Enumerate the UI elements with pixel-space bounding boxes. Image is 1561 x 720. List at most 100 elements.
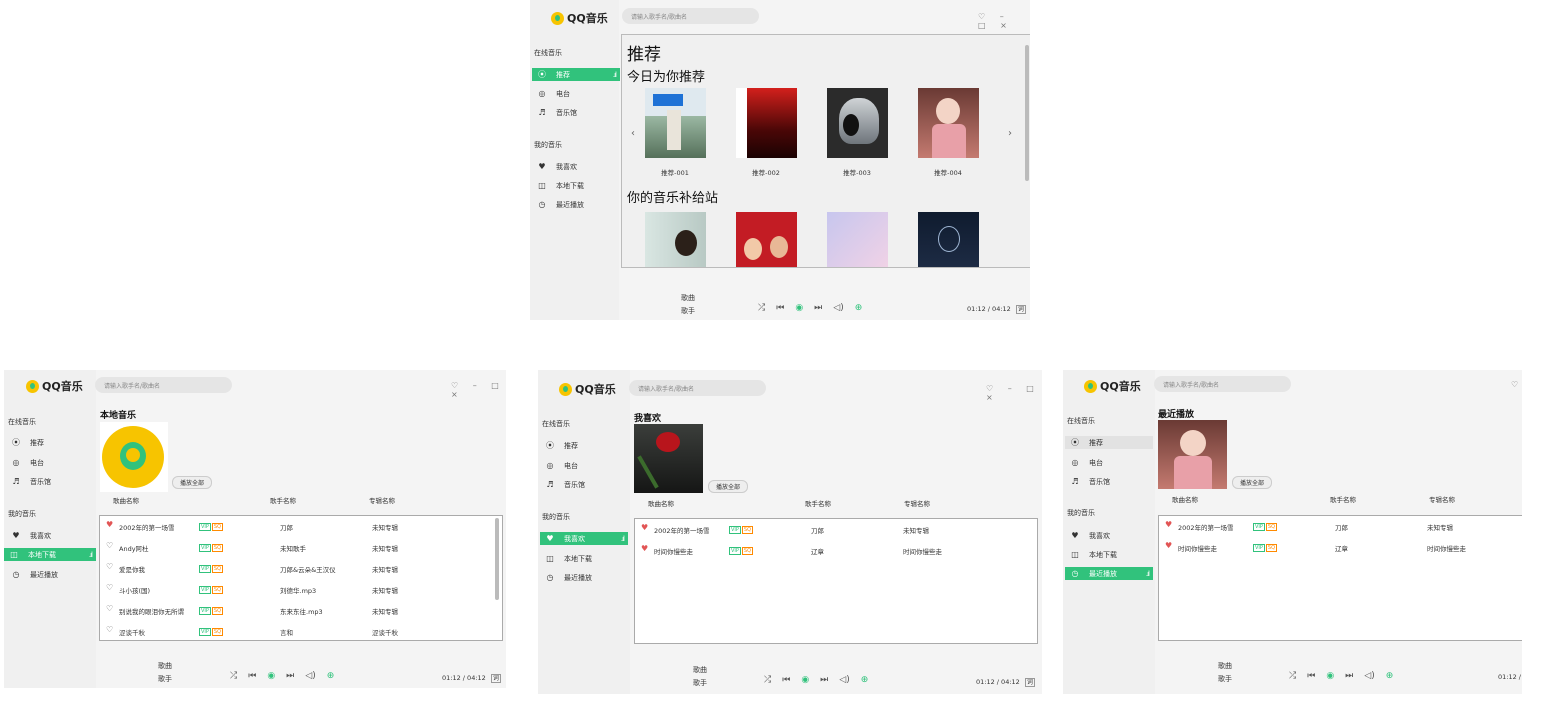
sidebar-item-recommend[interactable]: ⦿ 推荐 — [1065, 436, 1153, 449]
play-icon[interactable]: ◉ — [1326, 671, 1334, 681]
volume-icon[interactable]: ◁) — [839, 675, 849, 685]
sidebar-item-recommend[interactable]: ⦿ 推荐 — [540, 439, 628, 452]
table-row[interactable]: ♡ 涩谈千秋 VIP SQ 言和 涩谈千秋 — [100, 621, 502, 641]
sidebar-item-favorite[interactable]: ♥ 我喜欢 .ıl — [540, 532, 628, 545]
table-row[interactable]: ♡ 别说我的眼泪你无所谓 VIP SQ 东来东往.mp3 未知专辑 — [100, 600, 502, 620]
volume-icon[interactable]: ◁) — [305, 671, 315, 681]
add-icon[interactable]: ⊕ — [861, 675, 869, 685]
album-cover[interactable] — [918, 212, 979, 267]
play-all-button[interactable]: 播放全部 — [708, 480, 749, 493]
prev-track-icon[interactable]: ⏮ — [776, 303, 784, 313]
search-input[interactable]: 请输入歌手名/歌曲名 — [622, 8, 759, 24]
shirt-icon[interactable]: ♡ — [1511, 380, 1522, 389]
sidebar-item-local[interactable]: ◫ 本地下载 .ıl — [4, 548, 96, 561]
next-arrow-icon[interactable]: › — [1008, 128, 1012, 139]
scrollbar[interactable] — [1025, 45, 1029, 181]
col-singer: 歌手名称 — [805, 500, 831, 508]
sidebar-item-recent[interactable]: ◷ 最近播放 — [540, 571, 628, 584]
heart-outline-icon[interactable]: ♡ — [106, 583, 113, 592]
sidebar-item-radio[interactable]: ◎ 电台 — [532, 87, 620, 100]
sidebar-item-local[interactable]: ◫ 本地下载 — [1065, 548, 1153, 561]
lyric-button[interactable]: 词 — [1015, 305, 1026, 314]
sidebar-item-favorite[interactable]: ♥ 我喜欢 — [532, 160, 620, 173]
search-input[interactable]: 请输入歌手名/歌曲名 — [629, 380, 766, 396]
sidebar-item-playlist[interactable]: ♬ 音乐馆 — [532, 106, 620, 119]
prev-arrow-icon[interactable]: ‹ — [631, 128, 635, 139]
shuffle-icon[interactable]: ⤮ — [1289, 671, 1296, 681]
heart-filled-icon[interactable]: ♥ — [1165, 520, 1172, 529]
table-row[interactable]: ♥ 2002年的第一场雪 VIP SQ 刀郎 未知专辑 — [635, 519, 1037, 539]
table-row[interactable]: ♡ 斗小孩(国) VIP SQ 刘德华.mp3 未知专辑 — [100, 579, 502, 599]
album-cover[interactable] — [645, 88, 706, 158]
lyric-button[interactable]: 词 — [1024, 678, 1035, 687]
table-row[interactable]: ♥ 2002年的第一场雪 VIP SQ 刀郎 未知专辑 — [100, 516, 502, 536]
heart-outline-icon[interactable]: ♡ — [106, 604, 113, 613]
add-icon[interactable]: ⊕ — [327, 671, 335, 681]
shuffle-icon[interactable]: ⤮ — [764, 675, 771, 685]
next-track-icon[interactable]: ⏭ — [286, 671, 294, 681]
sidebar-item-recent[interactable]: ◷ 最近播放 — [532, 198, 620, 211]
add-icon[interactable]: ⊕ — [1386, 671, 1394, 681]
sidebar-item-favorite[interactable]: ♥ 我喜欢 — [6, 529, 94, 542]
album-cover[interactable] — [736, 88, 797, 158]
window-controls[interactable]: ♡ – □ × — [451, 381, 506, 399]
sidebar-item-recent[interactable]: ◷ 最近播放 — [6, 568, 94, 581]
album-cover[interactable] — [827, 88, 888, 158]
album-cover[interactable] — [827, 212, 888, 267]
sidebar-item-playlist[interactable]: ♬ 音乐馆 — [1065, 475, 1153, 488]
play-icon[interactable]: ◉ — [801, 675, 809, 685]
next-track-icon[interactable]: ⏭ — [1345, 671, 1353, 681]
quality-tags: VIP SQ — [199, 585, 224, 594]
heart-outline-icon[interactable]: ♡ — [106, 541, 113, 550]
add-icon[interactable]: ⊕ — [855, 303, 863, 313]
window-controls[interactable]: ♡ – □ × — [978, 12, 1030, 30]
search-input[interactable]: 请输入歌手名/歌曲名 — [95, 377, 232, 393]
play-all-button[interactable]: 播放全部 — [1232, 476, 1273, 489]
sidebar-item-playlist[interactable]: ♬ 音乐馆 — [6, 475, 94, 488]
heart-outline-icon[interactable]: ♡ — [106, 625, 113, 634]
sidebar-item-radio[interactable]: ◎ 电台 — [1065, 456, 1153, 469]
shuffle-icon[interactable]: ⤮ — [230, 671, 237, 681]
prev-track-icon[interactable]: ⏮ — [1307, 671, 1315, 681]
volume-icon[interactable]: ◁) — [833, 303, 843, 313]
table-row[interactable]: ♥ 2002年的第一场雪 VIP SQ 刀郎 未知专辑 — [1159, 516, 1522, 536]
play-all-button[interactable]: 播放全部 — [172, 476, 213, 489]
sidebar-item-favorite[interactable]: ♥ 我喜欢 — [1065, 529, 1153, 542]
volume-icon[interactable]: ◁) — [1364, 671, 1374, 681]
sq-badge: SQ — [211, 586, 224, 594]
album-cover[interactable] — [736, 212, 797, 267]
scrollbar[interactable] — [495, 518, 499, 600]
heart-filled-icon[interactable]: ♥ — [641, 523, 648, 532]
album-cover[interactable] — [918, 88, 979, 158]
heart-outline-icon[interactable]: ♡ — [106, 562, 113, 571]
play-icon[interactable]: ◉ — [267, 671, 275, 681]
album-cover[interactable] — [645, 212, 706, 267]
sidebar-item-radio[interactable]: ◎ 电台 — [6, 456, 94, 469]
sidebar-item-local[interactable]: ◫ 本地下载 — [540, 552, 628, 565]
shuffle-icon[interactable]: ⤮ — [758, 303, 765, 313]
sidebar-item-playlist[interactable]: ♬ 音乐馆 — [540, 478, 628, 491]
prev-track-icon[interactable]: ⏮ — [782, 675, 790, 685]
heart-filled-icon[interactable]: ♥ — [641, 544, 648, 553]
table-row[interactable]: ♥ 时间你慢些走 VIP SQ 辽章 时间你慢些走 — [1159, 537, 1522, 557]
sidebar-item-radio[interactable]: ◎ 电台 — [540, 459, 628, 472]
next-track-icon[interactable]: ⏭ — [814, 303, 822, 313]
song-name: 2002年的第一场雪 — [654, 527, 710, 535]
section-mine: 我的音乐 — [534, 141, 562, 149]
prev-track-icon[interactable]: ⏮ — [248, 671, 256, 681]
lyric-button[interactable]: 词 — [490, 674, 501, 683]
play-icon[interactable]: ◉ — [795, 303, 803, 313]
table-row[interactable]: ♡ Andy阿杜 VIP SQ 未知歌手 未知专辑 — [100, 537, 502, 557]
window-controls[interactable]: ♡ – □ × — [986, 384, 1042, 402]
sidebar: QQ音乐 在线音乐 ⦿ 推荐 ◎ 电台 ♬ 音乐馆 我的音乐 ♥ 我喜欢 ◫ 本… — [1063, 370, 1155, 694]
heart-filled-icon[interactable]: ♥ — [106, 520, 113, 529]
sidebar-item-recent[interactable]: ◷ 最近播放 .ıl — [1065, 567, 1153, 580]
sidebar-item-recommend[interactable]: ⦿ 推荐 .ıl — [532, 68, 620, 81]
table-row[interactable]: ♥ 时间你慢些走 VIP SQ 辽章 时间你慢些走 — [635, 540, 1037, 560]
next-track-icon[interactable]: ⏭ — [820, 675, 828, 685]
table-row[interactable]: ♡ 爱是你我 VIP SQ 刀郎&云朵&王汉仪 未知专辑 — [100, 558, 502, 578]
search-input[interactable]: 请输入歌手名/歌曲名 — [1154, 376, 1291, 392]
sidebar-item-recommend[interactable]: ⦿ 推荐 — [6, 436, 94, 449]
sidebar-item-local[interactable]: ◫ 本地下载 — [532, 179, 620, 192]
heart-filled-icon[interactable]: ♥ — [1165, 541, 1172, 550]
